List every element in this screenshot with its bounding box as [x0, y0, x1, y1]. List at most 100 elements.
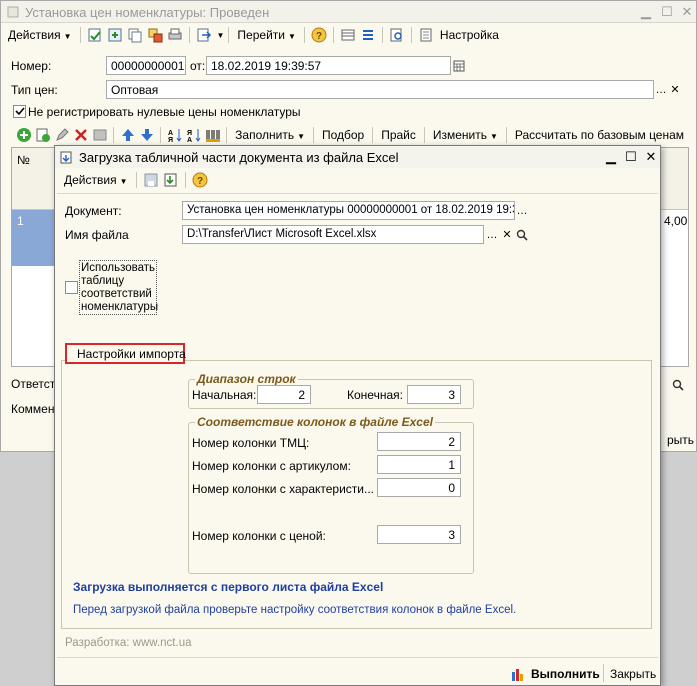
post-close-icon[interactable] — [85, 25, 105, 45]
calc-base-button[interactable]: Рассчитать по базовым ценам — [511, 128, 688, 142]
dialog-maximize-button[interactable]: ☐ — [623, 149, 639, 165]
file-clear-icon[interactable]: ✕ — [500, 226, 514, 243]
tab-import-settings[interactable]: Настройки импорта — [65, 343, 186, 364]
save-settings-icon[interactable] — [141, 170, 161, 190]
toolbar-divider — [57, 193, 658, 194]
column-input[interactable]: 1 — [377, 455, 461, 474]
column-input[interactable]: 3 — [377, 525, 461, 544]
columns-mapping-title: Соответствие колонок в файле Excel — [195, 415, 435, 429]
selection-button[interactable]: Подбор — [318, 128, 368, 142]
document-ellipsis-button[interactable]: … — [515, 202, 529, 219]
excel-import-icon — [60, 151, 73, 164]
start-row-input[interactable]: 2 — [257, 385, 311, 404]
main-toolbar: Действия ▼ ▼ Перейти ▼ ? Настройка — [1, 23, 696, 47]
footer-divider — [57, 657, 658, 658]
search-icon[interactable] — [671, 376, 685, 393]
separator — [381, 27, 383, 43]
dialog-actions-menu[interactable]: Действия ▼ — [60, 173, 132, 187]
dialog-close-text-button[interactable]: Закрыть — [610, 667, 656, 681]
column-label: Номер колонки с ценой: — [192, 529, 326, 543]
dialog-title: Загрузка табличной части документа из фа… — [79, 150, 399, 165]
date-label: от: — [190, 59, 206, 73]
print-icon[interactable] — [165, 25, 185, 45]
change-menu[interactable]: Изменить ▼ — [429, 128, 502, 142]
find-in-list-icon[interactable] — [387, 25, 407, 45]
enter-based-on-icon[interactable] — [194, 25, 214, 45]
number-field[interactable]: 00000000001 — [106, 56, 186, 75]
run-button[interactable]: Выполнить — [531, 667, 600, 681]
dialog-close-button[interactable]: ✕ — [643, 149, 659, 165]
separator — [303, 27, 305, 43]
post-icon[interactable] — [105, 25, 125, 45]
edit-row-icon[interactable] — [52, 125, 71, 145]
sort-ascending-icon[interactable]: AЯ — [165, 125, 184, 145]
clear-icon[interactable]: ✕ — [668, 81, 682, 98]
file-name-field[interactable]: D:\Transfer\Лист Microsoft Excel.xlsx — [182, 225, 484, 244]
move-up-icon[interactable] — [118, 125, 137, 145]
dialog-minimize-button[interactable]: ▁ — [603, 149, 619, 165]
file-ellipsis-button[interactable]: … — [485, 226, 499, 243]
table-toolbar: AЯ ЯA Заполнить ▼ Подбор Прайс Изменить ▼ … — [11, 123, 691, 147]
separator — [410, 27, 412, 43]
dialog-toolbar: Действия ▼ ? — [57, 168, 657, 192]
end-edit-icon[interactable] — [90, 125, 109, 145]
comment-label: Коммент — [11, 402, 60, 416]
separator — [226, 127, 228, 143]
end-row-input[interactable]: 3 — [407, 385, 461, 404]
close-window-button[interactable]: ✕ — [679, 4, 695, 20]
chevron-down-icon[interactable]: ▼ — [217, 31, 225, 40]
movements-icon[interactable] — [338, 25, 358, 45]
actions-menu[interactable]: Действия ▼ — [4, 28, 76, 42]
column-input[interactable]: 0 — [377, 478, 461, 497]
import-dialog: Загрузка табличной части документа из фа… — [54, 145, 661, 686]
date-field[interactable]: 18.02.2019 19:39:57 — [206, 56, 451, 75]
info-heading: Загрузка выполняется с первого листа фай… — [73, 580, 384, 594]
copy-row-icon[interactable] — [33, 125, 52, 145]
column-label: Номер колонки с артикулом: — [192, 459, 351, 473]
restore-settings-icon[interactable] — [161, 170, 181, 190]
settings-button[interactable]: Настройка — [436, 28, 503, 42]
copy-icon[interactable] — [125, 25, 145, 45]
delete-row-icon[interactable] — [71, 125, 90, 145]
use-mapping-checkbox[interactable] — [65, 281, 78, 294]
sort-descending-icon[interactable]: ЯA — [184, 125, 203, 145]
minimize-button[interactable]: ▁ — [638, 4, 654, 20]
skip-zero-checkbox[interactable] — [13, 105, 26, 118]
fill-menu[interactable]: Заполнить ▼ — [231, 128, 309, 142]
goto-menu[interactable]: Перейти ▼ — [233, 28, 299, 42]
document-list-icon[interactable] — [416, 25, 436, 45]
svg-text:?: ? — [316, 31, 322, 42]
barcode-icon[interactable] — [203, 125, 222, 145]
separator — [160, 127, 162, 143]
document-label: Документ: — [65, 204, 122, 218]
price-type-field[interactable]: Оптовая — [106, 80, 654, 99]
file-open-icon[interactable] — [515, 226, 529, 243]
move-down-icon[interactable] — [137, 125, 156, 145]
structure-icon[interactable] — [145, 25, 165, 45]
separator — [313, 127, 314, 143]
document-field[interactable]: Установка цен номенклатуры 00000000001 о… — [182, 201, 515, 220]
table-row[interactable]: 1 — [12, 210, 55, 266]
file-name-label: Имя файла — [65, 228, 129, 242]
close-button-fragment[interactable]: рыть — [667, 433, 694, 447]
use-mapping-label[interactable]: Использовать таблицу соответствий номенк… — [79, 260, 158, 315]
svg-text:A: A — [168, 130, 173, 137]
start-row-label: Начальная: — [192, 388, 257, 402]
maximize-button[interactable]: ☐ — [659, 4, 675, 20]
column-label: Номер колонки с характеристи... — [192, 482, 375, 496]
dialog-title-bar: Загрузка табличной части документа из фа… — [55, 146, 660, 168]
pricelist-button[interactable]: Прайс — [377, 128, 420, 142]
dialog-help-icon[interactable]: ? — [190, 170, 210, 190]
column-input[interactable]: 2 — [377, 432, 461, 451]
developer-link[interactable]: Разработка: www.nct.ua — [65, 637, 192, 649]
ellipsis-button[interactable]: … — [654, 81, 668, 98]
price-type-label: Тип цен: — [11, 83, 58, 97]
main-window-title: Установка цен номенклатуры: Проведен — [25, 5, 270, 20]
calendar-icon[interactable] — [452, 57, 466, 74]
info-text: Перед загрузкой файла проверьте настройк… — [73, 604, 517, 616]
add-row-icon[interactable] — [14, 125, 33, 145]
responsible-label: Ответст — [11, 377, 56, 391]
column-header-number: № — [17, 153, 30, 167]
help-icon[interactable]: ? — [309, 25, 329, 45]
list-settings-icon[interactable] — [358, 25, 378, 45]
